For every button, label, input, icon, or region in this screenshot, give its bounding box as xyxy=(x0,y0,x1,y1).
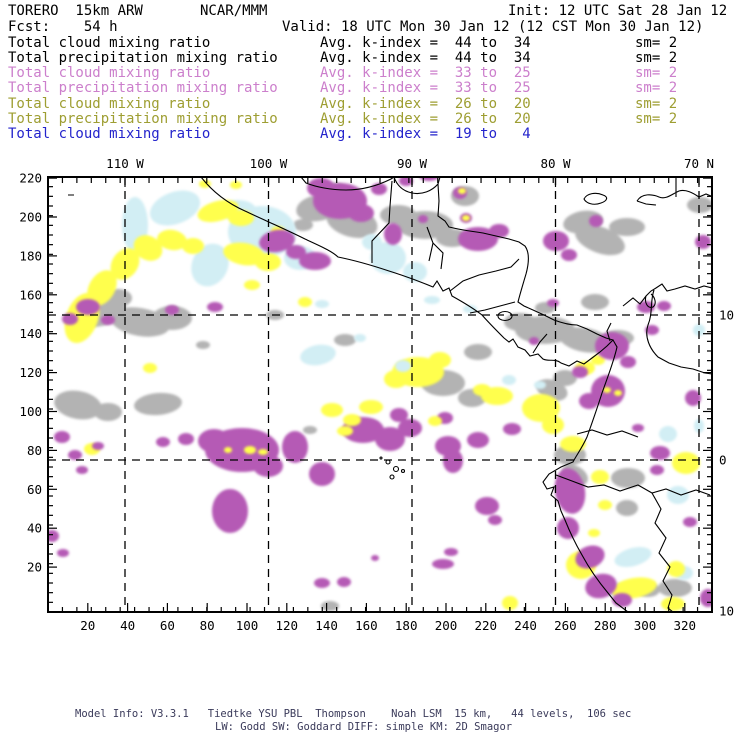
x-axis-tick-label: 120 xyxy=(276,618,299,633)
x-axis-tick-label: 220 xyxy=(475,618,498,633)
y-axis-tick-label: 220 xyxy=(19,171,42,186)
x-axis-tick-label: 240 xyxy=(514,618,537,633)
longitude-label: 110 W xyxy=(106,156,144,171)
cloud-blobs-cyan-accent xyxy=(395,360,411,372)
longitude-label: 70 N xyxy=(684,156,714,171)
model-info-line-2: LW: Godd SW: Goddard DIFF: simple KM: 2D… xyxy=(215,721,513,733)
y-axis-tick-label: 180 xyxy=(19,248,42,263)
x-axis-tick-label: 80 xyxy=(200,618,215,633)
model-info-line-1: Model Info: V3.3.1 Tiedtke YSU PBL Thomp… xyxy=(75,708,632,720)
y-axis-tick-label: 100 xyxy=(19,404,42,419)
x-axis-tick-label: 60 xyxy=(160,618,175,633)
x-axis-tick-label: 260 xyxy=(554,618,577,633)
latitude-label: 0 xyxy=(719,453,727,468)
galapagos-island xyxy=(392,465,400,473)
x-axis-tick-label: 300 xyxy=(634,618,657,633)
galapagos-island xyxy=(400,468,406,474)
y-axis-tick-label: 140 xyxy=(19,326,42,341)
y-axis-tick-label: 40 xyxy=(27,521,42,536)
y-axis-tick-label: 80 xyxy=(27,443,42,458)
island-jamaica xyxy=(583,192,608,205)
galapagos-island xyxy=(389,474,395,480)
longitude-label: 80 W xyxy=(540,156,571,171)
latitude-label: 10 N xyxy=(719,308,740,323)
x-axis-tick-label: 140 xyxy=(315,618,338,633)
x-axis-tick-label: 280 xyxy=(594,618,617,633)
x-axis-tick-label: 200 xyxy=(435,618,458,633)
y-axis-tick-label: 200 xyxy=(19,210,42,225)
forecast-map-svg: 20 40 60 80 100 120 140 160 180 200 220 20 40 60 80 100… xyxy=(19,156,740,633)
forecast-map: 20 40 60 80 100 120 140 160 180 200 220 20 40 60 80 100… xyxy=(0,0,740,740)
x-axis-tick-label: 100 xyxy=(236,618,259,633)
y-axis-tick-label: 160 xyxy=(19,287,42,302)
longitude-label: 90 W xyxy=(397,156,428,171)
y-axis-tick-label: 120 xyxy=(19,365,42,380)
x-axis-tick-label: 40 xyxy=(120,618,135,633)
latitude-label: 10 S xyxy=(719,604,740,619)
x-axis-tick-label: 20 xyxy=(80,618,95,633)
x-axis-tick-label: 160 xyxy=(355,618,378,633)
longitude-label: 100 W xyxy=(250,156,288,171)
y-axis-tick-label: 60 xyxy=(27,482,42,497)
galapagos-island xyxy=(379,456,383,460)
x-axis-tick-label: 180 xyxy=(395,618,418,633)
x-axis-tick-label: 320 xyxy=(674,618,697,633)
y-axis-tick-label: 20 xyxy=(27,560,42,575)
